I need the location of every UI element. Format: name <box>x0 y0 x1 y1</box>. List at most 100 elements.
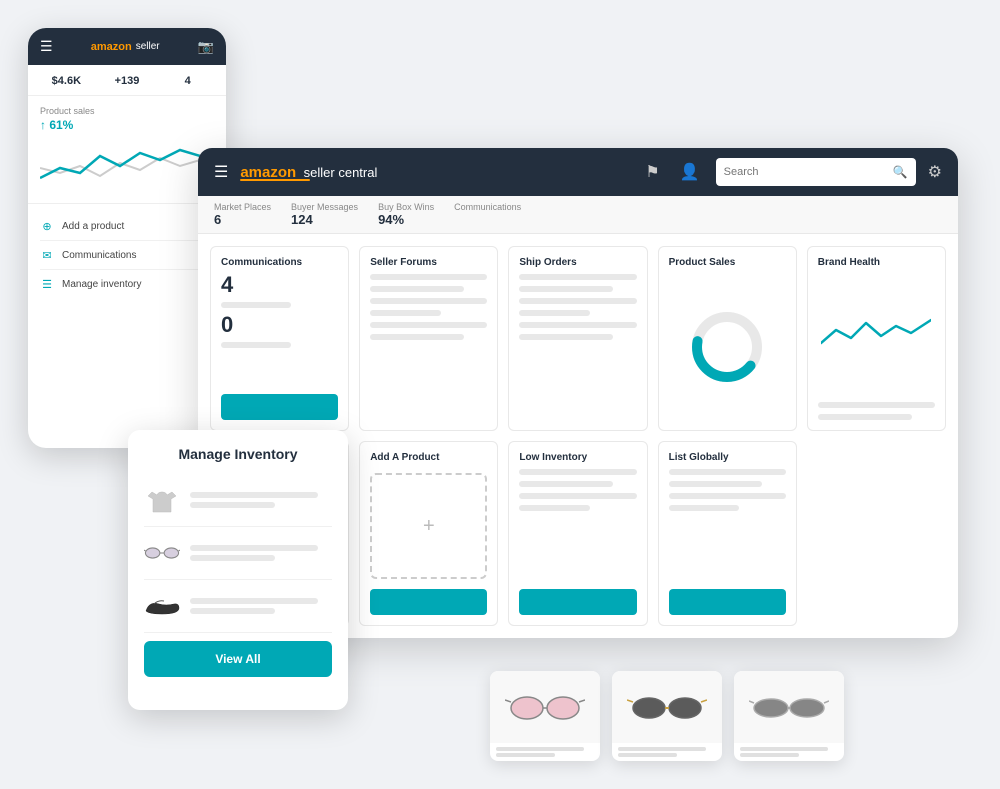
view-all-button[interactable]: View All <box>144 641 332 677</box>
mobile-amazon-logo: amazon <box>91 41 132 53</box>
stat-alerts-value: 4 <box>161 75 214 87</box>
brand-health-chart <box>821 308 931 363</box>
list-icon: ☰ <box>40 277 54 291</box>
list-globally-btn[interactable] <box>669 589 786 615</box>
search-input[interactable] <box>724 166 889 178</box>
lg-line2 <box>669 481 763 487</box>
communications-btn[interactable] <box>221 394 338 420</box>
li-line4 <box>519 505 589 511</box>
card-product-sales-title: Product Sales <box>669 257 786 268</box>
mobile-nav-communications-label: Communications <box>62 250 136 261</box>
comm-num2: 0 <box>221 314 338 336</box>
metric-marketplaces-label: Market Places <box>214 202 271 212</box>
shirt-product-lines <box>190 492 332 508</box>
stat-sales-value: $4.6K <box>40 75 93 87</box>
camera-icon[interactable]: 📷 <box>198 39 214 55</box>
mail-icon: ✉ <box>40 248 54 262</box>
metric-buyer-messages-label: Buyer Messages <box>291 202 358 212</box>
card-ship-orders: Ship Orders <box>508 246 647 431</box>
shoe-line2 <box>190 608 275 614</box>
bh-line1 <box>818 402 935 408</box>
desktop-logo: amazon seller central <box>240 164 377 181</box>
mobile-nav-inventory[interactable]: ☰ Manage inventory <box>40 270 214 298</box>
mobile-nav: ⊕ Add a product ✉ Communications ☰ Manag… <box>28 204 226 306</box>
desktop-hamburger-icon[interactable]: ☰ <box>214 162 228 182</box>
metric-communications: Communications <box>454 202 521 227</box>
li-line2 <box>519 481 613 487</box>
search-bar[interactable]: 🔍 <box>716 158 916 186</box>
li-line3 <box>519 493 636 499</box>
card-add-product: Add A Product + <box>359 441 498 626</box>
card-seller-forums: Seller Forums <box>359 246 498 431</box>
sf-line4 <box>370 310 440 316</box>
card-ship-orders-title: Ship Orders <box>519 257 636 268</box>
metric-buybox-label: Buy Box Wins <box>378 202 434 212</box>
mobile-nav-add-product-label: Add a product <box>62 221 124 232</box>
add-product-plus-btn[interactable]: + <box>370 473 487 579</box>
thumb-2-line1 <box>618 747 706 751</box>
stat-orders: +139 <box>101 75 154 87</box>
donut-chart <box>687 307 767 387</box>
shirt-icon <box>144 482 180 518</box>
thumbnail-3[interactable] <box>734 671 844 761</box>
add-product-btn[interactable] <box>370 589 487 615</box>
product-thumbnails <box>490 671 844 761</box>
thumb-3-lines <box>734 743 844 761</box>
thumb-1-lines <box>490 743 600 761</box>
comm-num1: 4 <box>221 274 338 296</box>
mobile-logo: amazon seller <box>91 41 160 53</box>
mobile-nav-inventory-label: Manage inventory <box>62 279 142 290</box>
glasses-product-lines <box>190 545 332 561</box>
low-inventory-btn[interactable] <box>519 589 636 615</box>
sf-line2 <box>370 286 464 292</box>
metric-marketplaces-value: 6 <box>214 212 271 227</box>
lg-line1 <box>669 469 786 475</box>
thumb-1-line1 <box>496 747 584 751</box>
bh-line2 <box>818 414 912 420</box>
sf-line3 <box>370 298 487 304</box>
card-add-product-title: Add A Product <box>370 452 487 463</box>
inventory-item-shoe <box>144 580 332 633</box>
so-line2 <box>519 286 613 292</box>
add-icon: ⊕ <box>40 219 54 233</box>
settings-icon[interactable]: ⚙ <box>928 162 942 182</box>
card-brand-health-title: Brand Health <box>818 257 935 268</box>
li-line1 <box>519 469 636 475</box>
glasses-line1 <box>190 545 318 551</box>
mobile-chart-svg <box>40 138 214 188</box>
card-list-globally: List Globally <box>658 441 797 626</box>
user-icon[interactable]: 👤 <box>680 162 700 182</box>
sf-line1 <box>370 274 487 280</box>
mobile-header: ☰ amazon seller 📷 <box>28 28 226 65</box>
amazon-word: amazon <box>240 164 296 181</box>
lg-line4 <box>669 505 739 511</box>
thumb-2-line2 <box>618 753 677 757</box>
card-brand-health: Brand Health <box>807 246 946 431</box>
metric-buyer-messages-value: 124 <box>291 212 358 227</box>
sf-line6 <box>370 334 464 340</box>
shoe-product-lines <box>190 598 332 614</box>
metric-buybox-value: 94% <box>378 212 434 227</box>
card-seller-forums-title: Seller Forums <box>370 257 487 268</box>
so-line1 <box>519 274 636 280</box>
thumb-3-line2 <box>740 753 799 757</box>
hamburger-icon[interactable]: ☰ <box>40 38 53 55</box>
inventory-card: Manage Inventory <box>128 430 348 710</box>
mobile-nav-communications[interactable]: ✉ Communications <box>40 241 214 270</box>
metric-communications-label: Communications <box>454 202 521 212</box>
so-line6 <box>519 334 613 340</box>
sf-line5 <box>370 322 487 328</box>
flag-icon[interactable]: ⚑ <box>645 162 659 182</box>
stat-alerts: 4 <box>161 75 214 87</box>
so-line4 <box>519 310 589 316</box>
lg-line3 <box>669 493 786 499</box>
metrics-bar: Market Places 6 Buyer Messages 124 Buy B… <box>198 196 958 234</box>
seller-central-word: seller central <box>304 165 378 180</box>
mobile-nav-add-product[interactable]: ⊕ Add a product <box>40 212 214 241</box>
thumb-2-lines <box>612 743 722 761</box>
brand-chart-container <box>818 274 935 396</box>
so-line3 <box>519 298 636 304</box>
card-communications-title: Communications <box>221 257 338 268</box>
thumbnail-2[interactable] <box>612 671 722 761</box>
thumbnail-1[interactable] <box>490 671 600 761</box>
